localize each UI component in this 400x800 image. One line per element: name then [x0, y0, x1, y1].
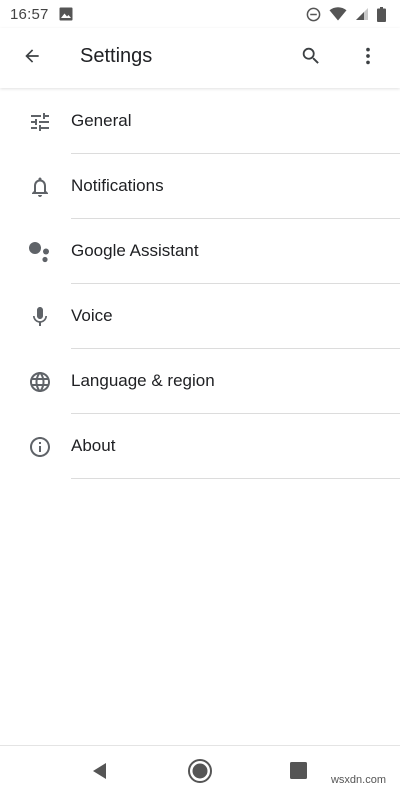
- settings-item-label: Google Assistant: [71, 241, 199, 260]
- page-title: Settings: [80, 45, 153, 67]
- status-right: [306, 6, 386, 22]
- info-icon: [27, 434, 53, 460]
- settings-item-label: About: [71, 436, 116, 455]
- cell-signal-icon: [355, 7, 369, 21]
- bell-icon: [27, 174, 53, 200]
- divider: [71, 478, 400, 479]
- nav-home-icon: [187, 758, 213, 789]
- more-vert-icon: [357, 45, 379, 72]
- globe-icon: [27, 369, 53, 395]
- settings-item-label: Language & region: [71, 371, 215, 390]
- watermark: wsxdn.com: [330, 774, 386, 786]
- more-options-button[interactable]: [352, 42, 384, 74]
- nav-back-icon: [91, 762, 109, 785]
- app-bar: Settings: [0, 28, 400, 88]
- nav-recents-button[interactable]: [283, 758, 313, 788]
- settings-item-voice[interactable]: Voice: [0, 284, 400, 349]
- microphone-icon: [27, 304, 53, 330]
- status-left: 16:57: [10, 6, 73, 23]
- search-icon: [300, 45, 322, 72]
- status-bar: 16:57: [0, 0, 400, 28]
- nav-recents-icon: [289, 762, 307, 784]
- assistant-icon: [27, 239, 53, 265]
- image-icon: [59, 7, 73, 21]
- battery-icon: [377, 6, 386, 22]
- back-arrow-icon: [22, 46, 42, 71]
- nav-back-button[interactable]: [85, 758, 115, 788]
- settings-item-about[interactable]: About: [0, 414, 400, 479]
- wifi-icon: [329, 7, 347, 21]
- settings-item-label: Voice: [71, 306, 113, 325]
- status-time: 16:57: [10, 5, 49, 23]
- tune-icon: [27, 109, 53, 135]
- search-button[interactable]: [295, 42, 327, 74]
- settings-item-label: General: [71, 111, 132, 130]
- nav-bar: wsxdn.com: [0, 745, 400, 800]
- settings-list: General Notifications Google Assistant V…: [0, 89, 400, 479]
- settings-item-label: Notifications: [71, 176, 164, 195]
- settings-item-google-assistant[interactable]: Google Assistant: [0, 219, 400, 284]
- back-button[interactable]: [16, 42, 48, 74]
- nav-home-button[interactable]: [185, 758, 215, 788]
- settings-item-language-region[interactable]: Language & region: [0, 349, 400, 414]
- do-not-disturb-icon: [306, 7, 321, 22]
- settings-item-general[interactable]: General: [0, 89, 400, 154]
- settings-item-notifications[interactable]: Notifications: [0, 154, 400, 219]
